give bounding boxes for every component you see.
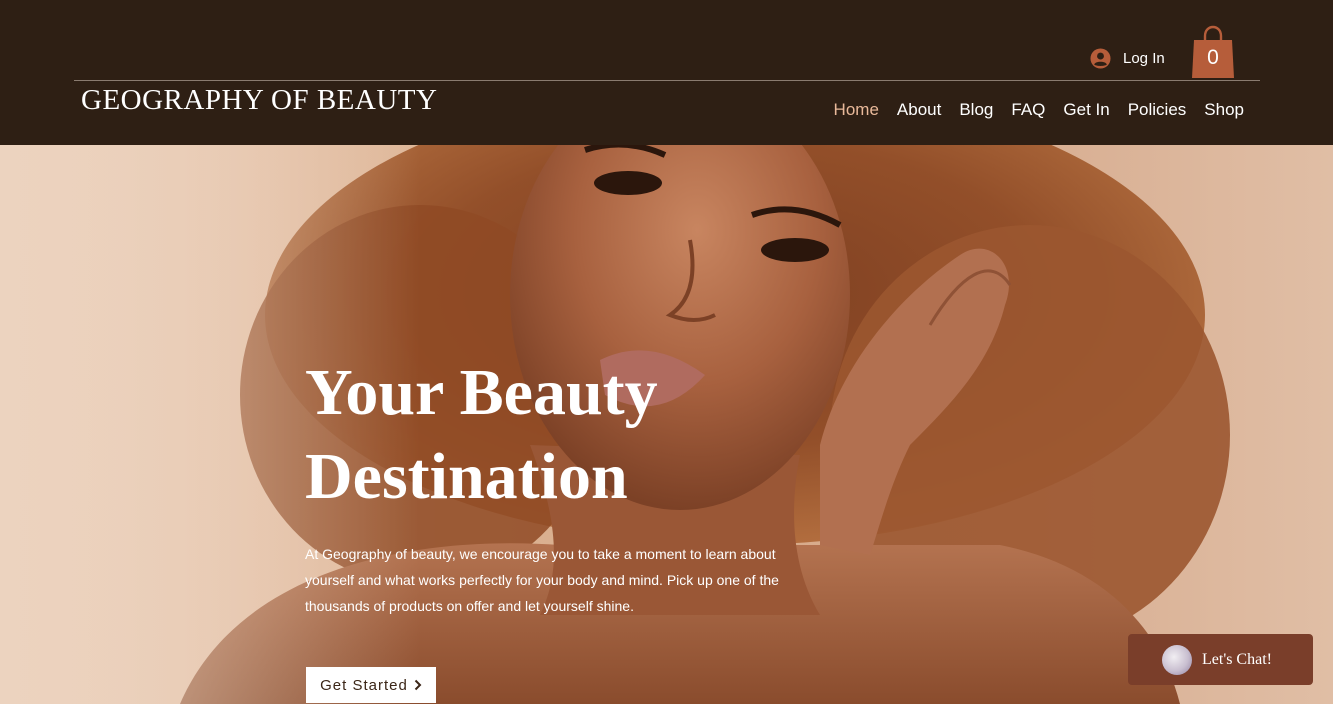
chat-avatar-icon: [1162, 644, 1192, 675]
hero-title: Your Beauty Destination: [305, 356, 658, 513]
site-header: GEOGRAPHY OF BEAUTY Log In 0 Home About …: [0, 0, 1333, 145]
login-button[interactable]: Log In: [1090, 46, 1165, 70]
nav-item-blog[interactable]: Blog: [959, 100, 993, 120]
main-nav: Home About Blog FAQ Get In Policies Shop: [834, 100, 1244, 120]
nav-item-get-in[interactable]: Get In: [1063, 100, 1109, 120]
get-started-button[interactable]: Get Started: [306, 667, 436, 703]
header-divider: [74, 80, 1260, 81]
nav-item-about[interactable]: About: [897, 100, 941, 120]
login-label: Log In: [1123, 49, 1165, 67]
hero-description: At Geography of beauty, we encourage you…: [305, 546, 779, 614]
chat-label: Let's Chat!: [1202, 650, 1272, 668]
site-logo[interactable]: GEOGRAPHY OF BEAUTY: [81, 84, 437, 117]
nav-item-policies[interactable]: Policies: [1128, 100, 1187, 120]
chat-widget-button[interactable]: Let's Chat!: [1128, 634, 1313, 685]
chevron-right-icon: [414, 679, 422, 691]
cart-button[interactable]: 0: [1190, 24, 1236, 80]
nav-item-shop[interactable]: Shop: [1204, 100, 1244, 120]
page: GEOGRAPHY OF BEAUTY Log In 0 Home About …: [0, 0, 1333, 704]
cart-count: 0: [1207, 46, 1219, 69]
user-avatar-icon: [1090, 47, 1111, 69]
get-started-label: Get Started: [320, 676, 408, 694]
nav-item-faq[interactable]: FAQ: [1011, 100, 1045, 120]
hero-section: Your Beauty Destination At Geography of …: [0, 145, 1333, 704]
nav-item-home[interactable]: Home: [834, 100, 879, 120]
